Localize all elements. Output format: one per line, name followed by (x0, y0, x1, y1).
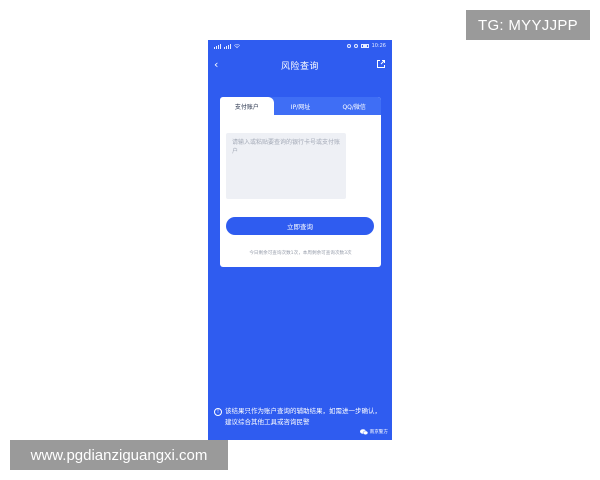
signal-icon (214, 43, 221, 49)
status-time: 10:26 (371, 43, 386, 49)
tab-ip-url[interactable]: IP/网址 (274, 97, 328, 115)
query-card: 支付账户 IP/网址 QQ/微信 请输入或粘贴要查询的银行卡号或支付账户 立即查… (220, 97, 381, 267)
site-watermark: www.pgdianziguangxi.com (10, 440, 228, 470)
battery-icon (360, 44, 369, 48)
eye-icon (346, 44, 351, 48)
tab-bar: 支付账户 IP/网址 QQ/微信 (220, 97, 381, 115)
status-left (214, 43, 240, 49)
account-search-input[interactable]: 请输入或粘贴要查询的银行卡号或支付账户 (226, 133, 346, 199)
status-right: 10:26 (346, 43, 386, 49)
screenshot-stage: 10:26 ‹ 风险查询 支付账户 IP/网址 QQ/微信 请输入或粘贴要查询的… (0, 0, 600, 480)
wechat-icon (359, 429, 368, 435)
info-icon: ! (214, 408, 222, 416)
nav-bar: ‹ 风险查询 (208, 54, 392, 76)
query-now-button[interactable]: 立即查询 (226, 217, 374, 235)
disclaimer: ! 该结果只作为账户查询的辅助结果，如需进一步确认，建议综合其他工具或咨询民警 (214, 406, 386, 428)
wechat-source-label: 南京警方 (369, 430, 388, 435)
tg-watermark: TG: MYYJJPP (466, 10, 590, 40)
signal-icon-2 (224, 43, 231, 49)
remaining-queries-text: 今日剩余可查询次数1次，本周剩余可查询次数3次 (249, 251, 352, 256)
phone-screen: 10:26 ‹ 风险查询 支付账户 IP/网址 QQ/微信 请输入或粘贴要查询的… (208, 40, 392, 440)
status-bar: 10:26 (208, 40, 392, 52)
disclaimer-text: 该结果只作为账户查询的辅助结果，如需进一步确认，建议综合其他工具或咨询民警 (225, 407, 381, 426)
tab-qq-wechat[interactable]: QQ/微信 (327, 97, 381, 115)
tab-payment-account[interactable]: 支付账户 (220, 97, 274, 115)
wifi-icon (234, 43, 240, 48)
share-icon[interactable] (376, 59, 386, 69)
page-title: 风险查询 (280, 61, 319, 72)
wechat-source: 南京警方 (359, 429, 388, 435)
chevron-left-icon[interactable]: ‹ (214, 58, 226, 72)
alarm-icon (353, 44, 358, 48)
